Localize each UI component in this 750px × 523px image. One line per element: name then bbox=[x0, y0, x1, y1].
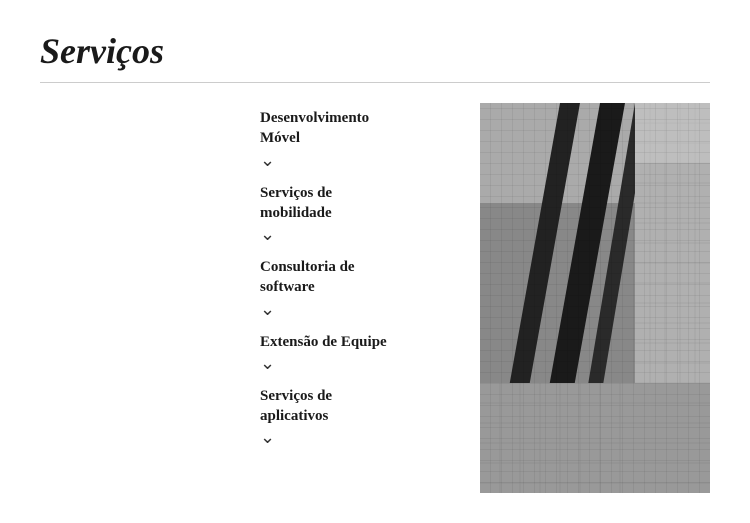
chevron-icon-extensao-equipe[interactable]: ⌄ bbox=[260, 354, 460, 372]
content-area: DesenvolvimentoMóvel⌄Serviços demobilida… bbox=[40, 103, 710, 493]
chevron-icon-servicos-aplicativos[interactable]: ⌄ bbox=[260, 428, 460, 446]
section-divider bbox=[40, 82, 710, 83]
service-label-consultoria-software[interactable]: Consultoria desoftware bbox=[260, 259, 355, 295]
service-label-extensao-equipe[interactable]: Extensão de Equipe bbox=[260, 334, 387, 350]
services-list: DesenvolvimentoMóvel⌄Serviços demobilida… bbox=[260, 103, 460, 493]
chevron-icon-consultoria-software[interactable]: ⌄ bbox=[260, 300, 460, 318]
chevron-icon-servicos-mobilidade[interactable]: ⌄ bbox=[260, 225, 460, 243]
left-spacer bbox=[40, 103, 260, 493]
page-title: Serviços bbox=[40, 30, 710, 72]
page-container: Serviços DesenvolvimentoMóvel⌄Serviços d… bbox=[0, 0, 750, 523]
service-label-desenvolvimento-movel[interactable]: DesenvolvimentoMóvel bbox=[260, 110, 369, 146]
service-item-servicos-mobilidade: Serviços demobilidade ⌄ bbox=[260, 183, 460, 254]
service-label-servicos-mobilidade[interactable]: Serviços demobilidade bbox=[260, 185, 332, 221]
architecture-svg bbox=[480, 103, 710, 493]
service-item-desenvolvimento-movel: DesenvolvimentoMóvel ⌄ bbox=[260, 108, 460, 179]
service-item-servicos-aplicativos: Serviços deaplicativos ⌄ bbox=[260, 386, 460, 457]
service-item-extensao-equipe: Extensão de Equipe ⌄ bbox=[260, 332, 460, 382]
service-label-servicos-aplicativos[interactable]: Serviços deaplicativos bbox=[260, 388, 332, 424]
service-item-consultoria-software: Consultoria desoftware ⌄ bbox=[260, 257, 460, 328]
chevron-icon-desenvolvimento-movel[interactable]: ⌄ bbox=[260, 151, 460, 169]
building-image bbox=[480, 103, 710, 493]
building-image-container bbox=[480, 103, 710, 493]
